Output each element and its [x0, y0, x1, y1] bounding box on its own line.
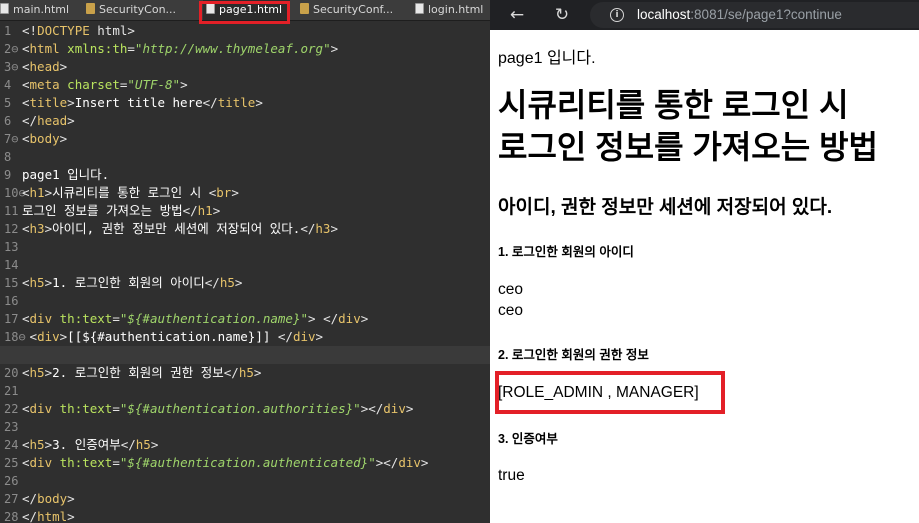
code-line[interactable]: <div th:text="${#authentication.authenti…: [22, 454, 490, 472]
tab-label: SecurityCon...: [99, 3, 177, 16]
heading-line-2: 로그인 정보를 가져오는 방법: [498, 129, 878, 165]
tab-label: SecurityConf...: [313, 3, 394, 16]
code-line[interactable]: 로그인 정보를 가져오는 방법</h1>: [22, 202, 490, 220]
line-number: 4: [4, 78, 12, 92]
subheading: 아이디, 권한 정보만 세션에 저장되어 있다.: [498, 197, 833, 218]
url-host: localhost: [637, 7, 691, 22]
line-number: 3⊖: [4, 60, 19, 74]
line-number: 24: [4, 438, 19, 452]
tab-login-html[interactable]: login.html: [415, 0, 490, 20]
code-area[interactable]: <!DOCTYPE html> <html xmlns:th="http://ww…: [0, 22, 490, 523]
line-number: 6: [4, 114, 12, 128]
code-line[interactable]: </body>: [22, 490, 490, 508]
code-line[interactable]: [22, 382, 490, 400]
section-title-authenticated: 3. 인증여부: [498, 432, 558, 446]
line-number: 17: [4, 312, 19, 326]
code-line[interactable]: [22, 472, 490, 490]
code-line[interactable]: <!DOCTYPE html>: [22, 22, 490, 40]
java-file-icon: [300, 3, 309, 14]
line-number: 2⊖: [4, 42, 19, 56]
active-tab-highlight: [199, 1, 290, 24]
browser-toolbar: ← ↻ i localhost:8081/se/page1?continue: [490, 0, 919, 30]
url-text[interactable]: localhost:8081/se/page1?continue: [637, 2, 842, 28]
code-line[interactable]: <div th:text="${#authentication.authorit…: [22, 400, 490, 418]
code-editor: main.html SecurityCon... page1.html Secu…: [0, 0, 490, 523]
html-file-icon: [0, 3, 9, 14]
html-file-icon: [415, 3, 424, 14]
code-line[interactable]: [22, 256, 490, 274]
line-number: 20: [4, 366, 19, 380]
line-number: 1: [4, 24, 12, 38]
code-line[interactable]: <html xmlns:th="http://www.thymeleaf.org…: [22, 40, 490, 58]
line-number: 27: [4, 492, 19, 506]
browser-window: ← ↻ i localhost:8081/se/page1?continue p…: [490, 0, 919, 523]
line-number-gutter: 12⊖3⊖4567⊖8910⊖1112131415161718⊖19202122…: [0, 22, 26, 523]
info-icon[interactable]: i: [610, 8, 624, 22]
authorities-value: [ROLE_ADMIN , MANAGER]: [498, 384, 699, 401]
username-value: ceo: [498, 281, 523, 298]
code-line[interactable]: <h1>시큐리티를 통한 로그인 시 <br>: [22, 184, 490, 202]
tab-label: login.html: [428, 3, 484, 16]
section-title-authorities: 2. 로그인한 회원의 권한 정보: [498, 348, 649, 362]
code-line[interactable]: [22, 292, 490, 310]
code-line[interactable]: [22, 148, 490, 166]
authenticated-value: true: [498, 467, 525, 484]
code-line[interactable]: <meta charset="UTF-8">: [22, 76, 490, 94]
line-number: 11: [4, 204, 19, 218]
tab-main-html[interactable]: main.html: [0, 0, 88, 20]
code-line[interactable]: <head>: [22, 58, 490, 76]
line-number: 13: [4, 240, 19, 254]
username-value: ceo: [498, 302, 523, 319]
line-number: 25: [4, 456, 19, 470]
line-number: 22: [4, 402, 19, 416]
line-number: 14: [4, 258, 19, 272]
code-line[interactable]: <h3>아이디, 권한 정보만 세션에 저장되어 있다.</h3>: [22, 220, 490, 238]
tab-label: main.html: [13, 3, 70, 16]
line-number: 23: [4, 420, 19, 434]
line-number: 10⊖: [4, 186, 26, 200]
code-line[interactable]: [0, 346, 490, 364]
line-number: 12: [4, 222, 19, 236]
url-path: :8081/se/page1?continue: [690, 7, 842, 22]
line-number: 7⊖: [4, 132, 19, 146]
code-line[interactable]: </head>: [22, 112, 490, 130]
address-bar[interactable]: i localhost:8081/se/page1?continue: [590, 2, 919, 28]
back-arrow-icon[interactable]: ←: [505, 3, 529, 27]
tab-security-config[interactable]: SecurityConf...: [300, 0, 408, 20]
java-file-icon: [86, 3, 95, 14]
code-line[interactable]: <h5>3. 인증여부</h5>: [22, 436, 490, 454]
page-heading: 시큐리티를 통한 로그인 시로그인 정보를 가져오는 방법: [498, 84, 878, 168]
line-number: 28: [4, 510, 19, 523]
tab-security-controller[interactable]: SecurityCon...: [86, 0, 196, 20]
code-line[interactable]: </html>: [22, 508, 490, 523]
section-title-user-id: 1. 로그인한 회원의 아이디: [498, 245, 634, 259]
line-number: 18⊖: [4, 330, 26, 344]
code-line[interactable]: <title>Insert title here</title>: [22, 94, 490, 112]
heading-line-1: 시큐리티를 통한 로그인 시: [498, 87, 849, 123]
line-number: 16: [4, 294, 19, 308]
code-line[interactable]: <div th:text="${#authentication.name}"> …: [22, 310, 490, 328]
code-line[interactable]: page1 입니다.: [22, 166, 490, 184]
code-line[interactable]: [22, 238, 490, 256]
line-number: 9: [4, 168, 12, 182]
line-number: 15: [4, 276, 19, 290]
line-number: 8: [4, 150, 12, 164]
code-line[interactable]: <div>[[${#authentication.name}]] </div>: [22, 328, 490, 346]
reload-icon[interactable]: ↻: [550, 3, 574, 27]
code-line[interactable]: [22, 418, 490, 436]
page-intro-text: page1 입니다.: [498, 50, 596, 67]
line-number: 26: [4, 474, 19, 488]
code-line[interactable]: <h5>1. 로그인한 회원의 아이디</h5>: [22, 274, 490, 292]
code-line[interactable]: <body>: [22, 130, 490, 148]
line-number: 5: [4, 96, 12, 110]
code-line[interactable]: <h5>2. 로그인한 회원의 권한 정보</h5>: [22, 364, 490, 382]
line-number: 21: [4, 384, 19, 398]
